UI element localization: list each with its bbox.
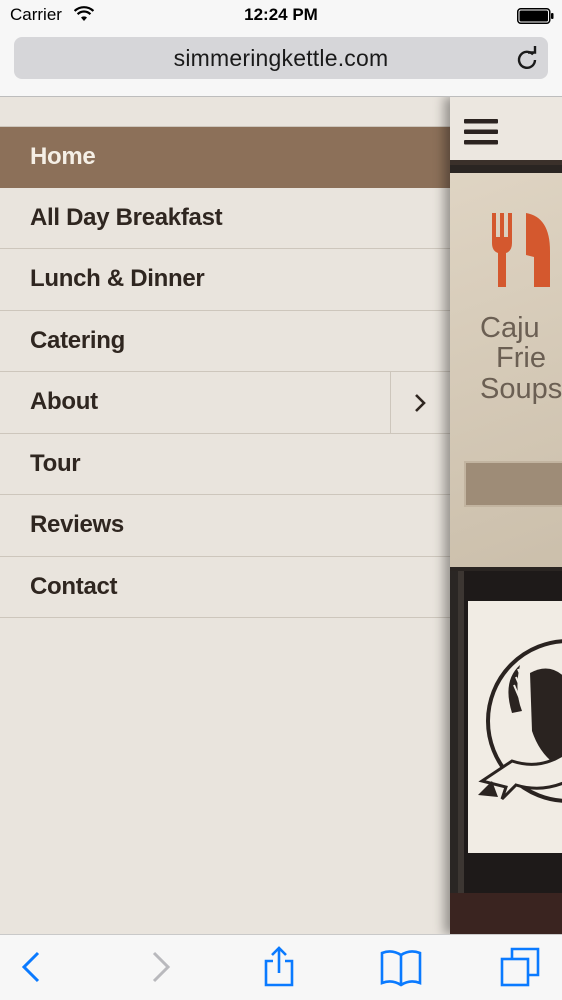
url-text[interactable]: simmeringkettle.com <box>14 45 548 72</box>
menu-item-tour[interactable]: Tour <box>0 434 450 495</box>
menu-item-about[interactable]: About <box>0 372 450 434</box>
status-bar: Carrier 12:24 PM <box>0 0 562 32</box>
photo-section <box>450 571 562 934</box>
kettle-logo-icon <box>472 621 562 826</box>
menu-item-home[interactable]: Home <box>0 126 450 188</box>
tabs-icon <box>500 947 540 987</box>
menu-item-label: Lunch & Dinner <box>30 265 205 292</box>
menu-item-reviews[interactable]: Reviews <box>0 495 450 557</box>
menu-item-label: Contact <box>30 572 118 600</box>
reload-icon[interactable] <box>516 46 538 75</box>
browser-toolbar <box>0 934 562 1000</box>
book-icon <box>380 950 422 987</box>
web-content: Home All Day Breakfast Lunch & Dinner Ca… <box>0 97 562 934</box>
hero-tagline: Caju Frie Soups <box>480 312 562 405</box>
address-bar[interactable]: simmeringkettle.com <box>14 37 548 79</box>
menu-item-lunch-dinner[interactable]: Lunch & Dinner <box>0 249 450 311</box>
tagline-line: Frie <box>496 342 546 375</box>
chevron-right-icon <box>413 393 427 418</box>
share-button[interactable] <box>262 945 296 992</box>
menu-item-label: Reviews <box>30 511 124 538</box>
photo-bottom-band <box>450 893 562 934</box>
chevron-right-icon <box>152 951 171 983</box>
clock: 12:24 PM <box>244 5 318 24</box>
back-button[interactable] <box>18 949 46 990</box>
hero-cta-button[interactable] <box>464 461 562 507</box>
bookmarks-button[interactable] <box>380 949 422 992</box>
share-icon <box>264 946 294 987</box>
forward-button[interactable] <box>146 949 174 990</box>
tagline-line: Caju <box>480 312 540 344</box>
menu-item-label: About <box>30 388 98 415</box>
site-header <box>450 97 562 165</box>
tagline-line: Soups <box>480 372 562 405</box>
menu-item-all-day-breakfast[interactable]: All Day Breakfast <box>0 188 450 249</box>
tabs-button[interactable] <box>500 947 540 992</box>
logo-card <box>468 601 562 853</box>
fork-knife-icon <box>490 211 554 294</box>
hamburger-icon[interactable] <box>464 117 498 152</box>
menu-item-label: Home <box>30 143 96 170</box>
menu-item-catering[interactable]: Catering <box>0 311 450 372</box>
menu-item-label: All Day Breakfast <box>30 203 223 231</box>
menu-item-label: Catering <box>30 326 125 354</box>
menu-item-contact[interactable]: Contact <box>0 557 450 618</box>
chevron-left-icon <box>21 951 40 983</box>
menu-item-label: Tour <box>30 449 81 477</box>
side-menu: Home All Day Breakfast Lunch & Dinner Ca… <box>0 97 450 934</box>
site-page-peek[interactable]: Caju Frie Soups <box>450 97 562 934</box>
battery-icon <box>517 8 554 24</box>
menu-list: Home All Day Breakfast Lunch & Dinner Ca… <box>0 126 450 618</box>
hero-banner: Caju Frie Soups <box>450 173 562 567</box>
about-submenu-toggle[interactable] <box>390 372 450 433</box>
